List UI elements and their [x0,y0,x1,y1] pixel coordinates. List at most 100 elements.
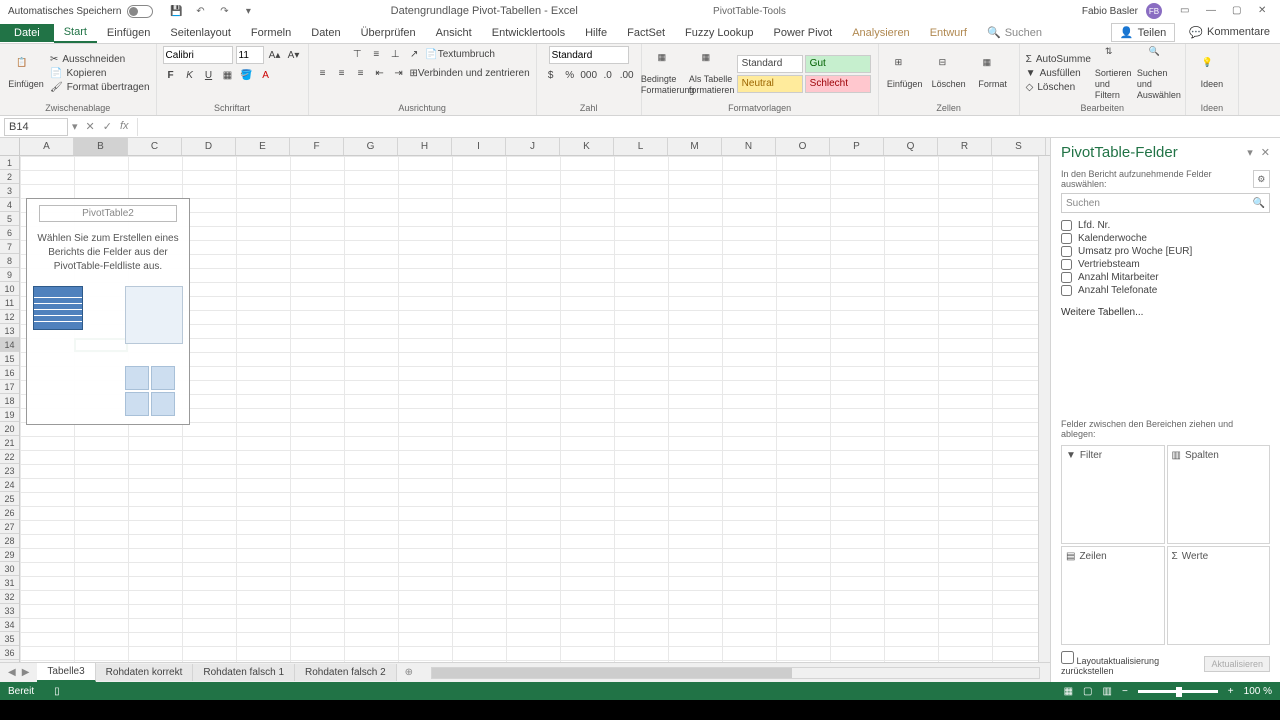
row-header[interactable]: 10 [0,282,19,296]
row-header[interactable]: 3 [0,184,19,198]
paste-button[interactable]: 📋 Einfügen [6,57,46,90]
field-checkbox[interactable] [1061,246,1072,257]
tab-powerpivot[interactable]: Power Pivot [764,24,843,42]
font-size-select[interactable] [236,46,264,64]
tab-fuzzy[interactable]: Fuzzy Lookup [675,24,763,42]
field-search-input[interactable]: Suchen 🔍 [1061,193,1270,213]
tab-factset[interactable]: FactSet [617,24,675,42]
col-header[interactable]: P [830,138,884,155]
col-header[interactable]: I [452,138,506,155]
sheet-tab[interactable]: Rohdaten falsch 1 [193,664,295,681]
row-header[interactable]: 6 [0,226,19,240]
ribbon-mode-icon[interactable]: ▭ [1180,5,1192,17]
zoom-level[interactable]: 100 % [1244,686,1272,697]
align-bottom-icon[interactable]: ⊥ [387,46,403,62]
row-header[interactable]: 8 [0,254,19,268]
comments-button[interactable]: 💬 Kommentare [1189,26,1270,39]
qat-dropdown-icon[interactable]: ▾ [241,4,255,18]
insert-cells-button[interactable]: ⊞Einfügen [885,57,925,90]
taskpane-dropdown-icon[interactable]: ▾ [1247,146,1253,159]
fill-color-button[interactable]: 🪣 [239,67,255,83]
style-gut[interactable]: Gut [805,55,871,73]
rows-area[interactable]: ▤Zeilen [1061,546,1165,645]
row-header[interactable]: 18 [0,394,19,408]
more-tables-link[interactable]: Weitere Tabellen... [1061,307,1270,318]
sheet-nav-prev-icon[interactable]: ◀ [8,667,16,678]
style-standard[interactable]: Standard [737,55,803,73]
col-header[interactable]: E [236,138,290,155]
clear-button[interactable]: ◇Löschen [1026,82,1091,93]
row-header[interactable]: 15 [0,352,19,366]
col-header[interactable]: A [20,138,74,155]
view-pagebreak-icon[interactable]: ▥ [1103,686,1112,697]
vertical-scrollbar[interactable] [1038,156,1050,662]
row-header[interactable]: 23 [0,464,19,478]
redo-icon[interactable]: ↷ [217,4,231,18]
pivot-field[interactable]: Umsatz pro Woche [EUR] [1061,245,1270,258]
tab-review[interactable]: Überprüfen [351,24,426,42]
row-header[interactable]: 25 [0,492,19,506]
decrease-decimal-icon[interactable]: .00 [619,67,635,83]
col-header[interactable]: C [128,138,182,155]
row-header[interactable]: 29 [0,548,19,562]
tab-formulas[interactable]: Formeln [241,24,301,42]
row-header[interactable]: 26 [0,506,19,520]
close-icon[interactable]: ✕ [1258,5,1270,17]
tab-view[interactable]: Ansicht [426,24,482,42]
row-header[interactable]: 9 [0,268,19,282]
taskpane-close-icon[interactable]: ✕ [1261,146,1270,159]
find-select-button[interactable]: 🔍Suchen und Auswählen [1139,46,1179,100]
col-header[interactable]: R [938,138,992,155]
pivot-field[interactable]: Lfd. Nr. [1061,219,1270,232]
cut-button[interactable]: ✂Ausschneiden [50,54,150,65]
field-checkbox[interactable] [1061,285,1072,296]
sort-filter-button[interactable]: ⇅Sortieren und Filtern [1095,46,1135,100]
pivot-field[interactable]: Anzahl Mitarbeiter [1061,271,1270,284]
align-center-icon[interactable]: ≡ [334,65,350,81]
col-header[interactable]: L [614,138,668,155]
fx-icon[interactable]: fx [120,120,129,133]
row-header[interactable]: 36 [0,646,19,660]
delete-cells-button[interactable]: ⊟Löschen [929,57,969,90]
field-checkbox[interactable] [1061,233,1072,244]
enter-formula-icon[interactable]: ✓ [103,120,112,133]
copy-button[interactable]: 📄Kopieren [50,68,150,79]
format-as-table-button[interactable]: ▦ Als Tabelle formatieren [692,52,732,96]
minimize-icon[interactable]: — [1206,5,1218,17]
border-button[interactable]: ▦ [220,67,236,83]
share-button[interactable]: 👤 Teilen [1111,23,1175,42]
row-header[interactable]: 1 [0,156,19,170]
col-header[interactable]: H [398,138,452,155]
pivot-placeholder[interactable]: PivotTable2 Wählen Sie zum Erstellen ein… [26,198,190,425]
font-color-button[interactable]: A [258,67,274,83]
name-box[interactable]: B14 [4,118,68,136]
autosum-button[interactable]: ΣAutoSumme [1026,54,1091,65]
row-header[interactable]: 35 [0,632,19,646]
col-header[interactable]: Q [884,138,938,155]
field-checkbox[interactable] [1061,272,1072,283]
field-checkbox[interactable] [1061,220,1072,231]
save-icon[interactable]: 💾 [169,4,183,18]
increase-font-icon[interactable]: A▴ [267,47,283,63]
row-header[interactable]: 20 [0,422,19,436]
orientation-icon[interactable]: ↗ [406,46,422,62]
col-header[interactable]: M [668,138,722,155]
italic-button[interactable]: K [182,67,198,83]
pivot-field[interactable]: Anzahl Telefonate [1061,284,1270,297]
tab-home[interactable]: Start [54,23,97,43]
defer-layout-checkbox[interactable]: Layoutaktualisierung zurückstellen [1061,651,1204,676]
columns-area[interactable]: ▥Spalten [1167,445,1271,544]
update-button[interactable]: Aktualisieren [1204,656,1270,672]
align-top-icon[interactable]: ⊤ [349,46,365,62]
maximize-icon[interactable]: ▢ [1232,5,1244,17]
macro-record-icon[interactable]: ▯ [54,686,60,697]
bold-button[interactable]: F [163,67,179,83]
autosave-toggle[interactable] [127,5,153,18]
row-header[interactable]: 12 [0,310,19,324]
row-header[interactable]: 33 [0,604,19,618]
format-cells-button[interactable]: ▦Format [973,57,1013,90]
pivot-field[interactable]: Vertriebsteam [1061,258,1270,271]
row-header[interactable]: 5 [0,212,19,226]
row-header[interactable]: 21 [0,436,19,450]
filter-area[interactable]: ▼Filter [1061,445,1165,544]
